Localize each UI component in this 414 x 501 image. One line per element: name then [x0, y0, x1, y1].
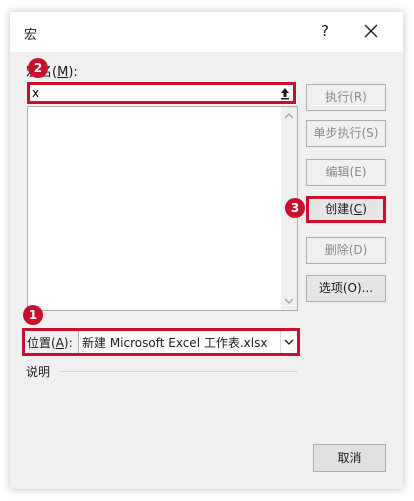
description-label: 说明 — [26, 365, 51, 379]
title-bar: 宏 ? — [10, 12, 403, 52]
scroll-down-icon[interactable] — [284, 297, 294, 305]
edit-button[interactable]: 编辑(E) — [306, 159, 386, 186]
upload-arrow-icon — [281, 88, 289, 100]
options-button[interactable]: 选项(O)... — [306, 275, 386, 302]
close-icon — [364, 24, 378, 38]
annotation-badge-2: 2 — [28, 58, 48, 78]
close-button[interactable] — [360, 20, 382, 42]
macro-list[interactable] — [27, 106, 298, 311]
macros-in-row: 位置(A): 新建 Microsoft Excel 工作表.xlsx — [22, 328, 300, 356]
dialog-title: 宏 — [24, 28, 38, 43]
macro-name-field[interactable] — [27, 82, 296, 104]
annotation-badge-1: 1 — [23, 305, 43, 325]
run-button[interactable]: 执行(R) — [306, 84, 386, 111]
macro-name-input[interactable] — [32, 85, 274, 101]
macro-dialog: 宏 ? 宏名(M): 执行(R) 单步执行(S — [10, 12, 403, 489]
scroll-up-icon[interactable] — [284, 112, 294, 120]
macros-in-select[interactable]: 新建 Microsoft Excel 工作表.xlsx — [78, 331, 297, 353]
create-button[interactable]: 创建(C) — [306, 196, 386, 223]
chevron-down-icon — [284, 339, 294, 345]
macros-in-value: 新建 Microsoft Excel 工作表.xlsx — [82, 336, 268, 350]
step-into-button[interactable]: 单步执行(S) — [306, 120, 386, 147]
cancel-button[interactable]: 取消 — [313, 444, 386, 472]
annotation-badge-3: 3 — [285, 198, 305, 218]
macros-in-label: 位置(A): — [27, 336, 73, 350]
macros-in-dropdown-button[interactable] — [280, 331, 297, 353]
collapse-dialog-button[interactable] — [278, 86, 292, 100]
description-divider — [60, 371, 298, 372]
delete-button[interactable]: 删除(D) — [306, 237, 386, 264]
help-button[interactable]: ? — [317, 22, 333, 40]
